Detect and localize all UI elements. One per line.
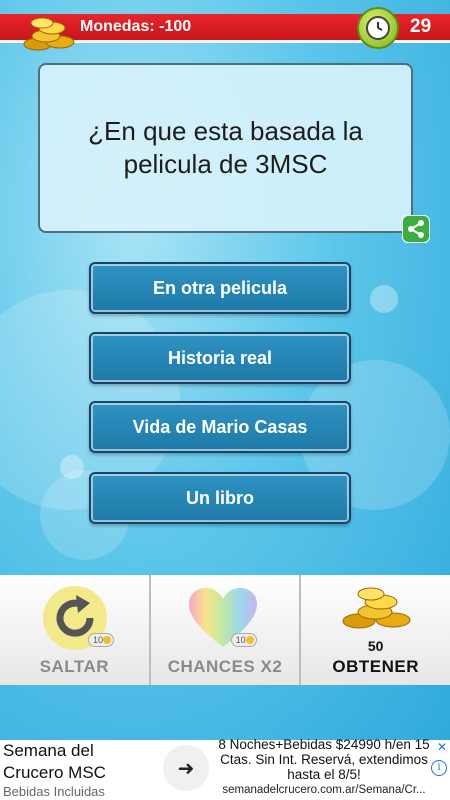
coins-icon [23, 17, 75, 51]
clock-icon [357, 7, 399, 49]
ad-body: 8 Noches+Bebidas $24990 h/en 15 Ctas. Si… [218, 737, 430, 782]
ad-info-icon[interactable]: i [431, 760, 447, 776]
answer-button-2[interactable]: Historia real [89, 332, 351, 384]
answer-button-3[interactable]: Vida de Mario Casas [89, 401, 351, 453]
skip-button[interactable]: 10 SALTAR [0, 575, 149, 685]
background-bokeh [60, 455, 84, 479]
ad-close-icon[interactable]: ✕ [437, 740, 447, 754]
ad-subtitle: Bebidas Incluidas [3, 784, 105, 799]
clock-face [366, 16, 390, 40]
skip-label: SALTAR [39, 657, 110, 676]
question-text: ¿En que esta basada la pelicula de 3MSC [88, 116, 363, 179]
question-card: ¿En que esta basada la pelicula de 3MSC [38, 63, 413, 233]
obtain-label: OBTENER [332, 657, 419, 676]
share-icon [408, 220, 424, 238]
obtain-count: 50 [367, 638, 384, 654]
share-button[interactable] [402, 215, 430, 243]
powerup-panel: 10 SALTAR 10 CHANCES X2 50 OBTENER [0, 575, 450, 685]
skip-cost-badge: 10 [88, 633, 114, 647]
obtain-coins-button[interactable]: 50 OBTENER [301, 575, 450, 685]
answer-button-4[interactable]: Un libro [89, 472, 351, 524]
ad-url[interactable]: semanadelcrucero.com.ar/Semana/Cr... [214, 784, 434, 796]
countdown-timer: 29 [410, 16, 432, 37]
arrow-right-icon: ➜ [177, 757, 195, 780]
chances-cost-badge: 10 [230, 633, 257, 647]
coins-icon [342, 587, 411, 629]
answer-button-1[interactable]: En otra pelicula [89, 262, 351, 314]
game-screen: Monedas: -100 29 ¿En que esta basada la … [0, 0, 450, 740]
ad-banner[interactable]: Semana del Crucero MSC Bebidas Incluidas… [0, 737, 450, 800]
coins-label: Monedas: -100 [80, 18, 192, 35]
chances-label: CHANCES X2 [167, 657, 283, 676]
chances-x2-button[interactable]: 10 CHANCES X2 [150, 575, 300, 685]
ad-title[interactable]: Semana del Crucero MSC [3, 740, 153, 784]
ad-arrow-button[interactable]: ➜ [163, 745, 209, 791]
background-bokeh [370, 285, 398, 313]
